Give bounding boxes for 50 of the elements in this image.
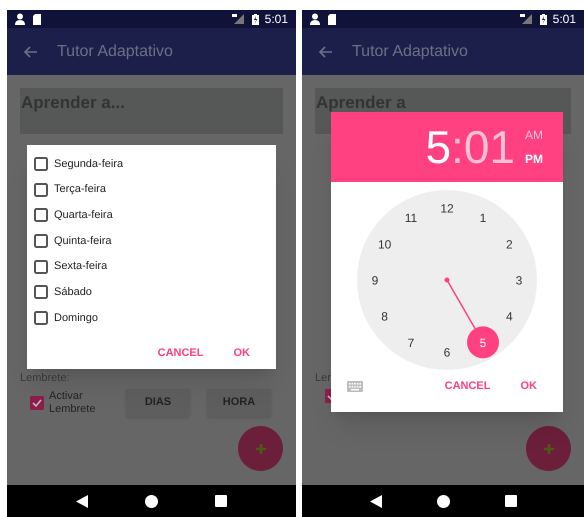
day-label[interactable]: Domingo [54,310,98,326]
day-label[interactable]: Terça-feira [54,181,106,198]
checkbox[interactable] [34,260,48,274]
reminder-checkbox-label: Activar Lembrete [49,390,96,416]
recents-icon[interactable] [504,495,516,507]
day-label[interactable]: Segunda-feira [54,156,124,172]
dial-number[interactable]: 11 [404,211,418,226]
dial-number[interactable]: 4 [506,310,513,324]
battery-charging-icon [540,14,547,24]
person-icon [15,13,25,25]
day-label[interactable]: Quarta-feira [54,206,113,224]
day-label[interactable]: Sábado [54,284,92,301]
sd-card-icon [328,14,336,24]
app-title: Tutor Adaptativo [352,42,468,62]
recents-icon[interactable] [215,495,228,507]
person-icon [310,13,320,25]
checkbox[interactable] [34,310,48,325]
dial-number[interactable]: 3 [516,274,522,288]
back-arrow-icon[interactable] [23,46,37,58]
checkbox[interactable] [34,285,48,300]
status-time: 5:01 [552,11,576,28]
home-icon[interactable] [144,494,158,508]
home-icon[interactable] [436,494,450,508]
sd-card-icon [33,14,41,24]
dial-number[interactable]: 6 [444,346,450,360]
clock-dial[interactable]: 12 1 2 3 4 5 6 7 8 9 10 11 [357,190,537,370]
checkbox[interactable] [34,234,48,248]
day-label[interactable]: Quinta-feira [54,232,112,250]
day-label[interactable]: Sexta-feira [54,258,108,275]
back-arrow-icon[interactable] [318,46,332,58]
checkbox[interactable] [34,182,48,197]
signal-icon [520,14,532,24]
battery-charging-icon [252,14,259,24]
plus-icon [544,444,554,454]
app-title: Tutor Adaptativo [57,42,173,62]
dial-number[interactable]: 7 [408,336,414,350]
dial-number[interactable]: 8 [381,310,388,324]
back-icon[interactable] [370,494,382,508]
checkbox[interactable] [30,396,44,410]
checkbox[interactable] [34,208,48,222]
dial-number[interactable]: 12 [440,202,454,216]
status-time: 5:01 [264,11,288,28]
dial-number[interactable]: 9 [372,274,378,288]
dial-number[interactable]: 10 [378,238,392,252]
dial-number[interactable]: 2 [506,238,513,252]
plus-icon [256,444,266,454]
dial-number[interactable]: 1 [480,211,486,226]
signal-icon [232,14,244,24]
back-icon[interactable] [76,494,88,508]
checkbox[interactable] [34,156,48,171]
